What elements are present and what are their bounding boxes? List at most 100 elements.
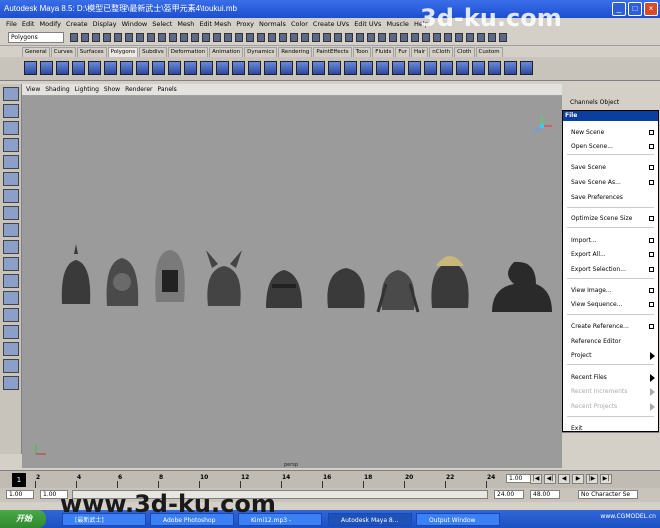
file-menu-item-save-scene-as[interactable]: Save Scene As... — [571, 179, 621, 186]
toolbar-icon[interactable] — [433, 33, 441, 42]
menu-item-modify[interactable]: Modify — [39, 18, 61, 30]
toolbar-icon[interactable] — [158, 33, 166, 42]
toolbar-icon[interactable] — [202, 33, 210, 42]
taskbar-button[interactable]: Output Window — [416, 513, 500, 526]
option-box-icon[interactable] — [649, 288, 654, 293]
file-menu-item-view-image[interactable]: View Image... — [571, 287, 612, 294]
shelf-tab-painteffects[interactable]: PaintEffects — [313, 47, 352, 57]
toolbar-icon[interactable] — [268, 33, 276, 42]
tool-icon[interactable] — [3, 274, 19, 288]
menu-item-normals[interactable]: Normals — [259, 18, 286, 30]
menu-item-edit[interactable]: Edit — [22, 18, 35, 30]
tool-icon[interactable] — [3, 189, 19, 203]
shelf-tool-icon[interactable] — [152, 61, 165, 75]
tool-icon[interactable] — [3, 325, 19, 339]
shelf-tab-fur[interactable]: Fur — [395, 47, 410, 57]
option-box-icon[interactable] — [649, 144, 654, 149]
toolbar-icon[interactable] — [499, 33, 507, 42]
menu-item-create-uvs[interactable]: Create UVs — [313, 18, 349, 30]
toolbar-icon[interactable] — [147, 33, 155, 42]
shelf-tab-curves[interactable]: Curves — [50, 47, 76, 57]
shelf-tool-icon[interactable] — [184, 61, 197, 75]
shelf-tool-icon[interactable] — [120, 61, 133, 75]
shelf-tab-ncloth[interactable]: nCloth — [429, 47, 454, 57]
shelf-tool-icon[interactable] — [24, 61, 37, 75]
tool-icon[interactable] — [3, 376, 19, 390]
option-box-icon[interactable] — [649, 130, 654, 135]
shelf-tool-icon[interactable] — [440, 61, 453, 75]
toolbar-icon[interactable] — [125, 33, 133, 42]
shelf-tool-icon[interactable] — [280, 61, 293, 75]
shelf-tool-icon[interactable] — [520, 61, 533, 75]
menu-item-display[interactable]: Display — [93, 18, 117, 30]
toolbar-icon[interactable] — [70, 33, 78, 42]
shelf-tool-icon[interactable] — [232, 61, 245, 75]
shelf-tool-icon[interactable] — [168, 61, 181, 75]
tool-icon[interactable] — [3, 121, 19, 135]
toolbar-icon[interactable] — [477, 33, 485, 42]
current-frame-marker[interactable]: 1 — [12, 473, 26, 487]
file-menu-item-import[interactable]: Import... — [571, 237, 597, 244]
menu-item-file[interactable]: File — [6, 18, 17, 30]
shelf-tool-icon[interactable] — [200, 61, 213, 75]
shelf-tool-icon[interactable] — [424, 61, 437, 75]
option-box-icon[interactable] — [649, 216, 654, 221]
toolbar-icon[interactable] — [444, 33, 452, 42]
menu-item-edit-mesh[interactable]: Edit Mesh — [199, 18, 231, 30]
shelf-tool-icon[interactable] — [72, 61, 85, 75]
shelf-tab-toon[interactable]: Toon — [352, 47, 372, 57]
file-menu-item-exit[interactable]: Exit — [571, 425, 582, 432]
toolbar-icon[interactable] — [169, 33, 177, 42]
shelf-tab-custom[interactable]: Custom — [475, 47, 503, 57]
viewport-menu-lighting[interactable]: Lighting — [75, 84, 99, 95]
option-box-icon[interactable] — [649, 165, 654, 170]
file-menu-item-save-preferences[interactable]: Save Preferences — [571, 194, 623, 201]
tool-icon[interactable] — [3, 87, 19, 101]
toolbar-icon[interactable] — [488, 33, 496, 42]
viewport-menu-show[interactable]: Show — [104, 84, 120, 95]
shelf-tab-fluids[interactable]: Fluids — [372, 47, 395, 57]
option-box-icon[interactable] — [649, 180, 654, 185]
go-to-end-button[interactable]: ▶| — [600, 474, 612, 484]
shelf-tool-icon[interactable] — [392, 61, 405, 75]
toolbar-icon[interactable] — [466, 33, 474, 42]
toolbar-icon[interactable] — [235, 33, 243, 42]
toolbar-icon[interactable] — [378, 33, 386, 42]
file-menu-item-open-scene[interactable]: Open Scene... — [571, 143, 613, 150]
shelf-tool-icon[interactable] — [408, 61, 421, 75]
step-back-button[interactable]: ◀| — [544, 474, 556, 484]
shelf-tool-icon[interactable] — [264, 61, 277, 75]
tool-icon[interactable] — [3, 240, 19, 254]
toolbar-icon[interactable] — [224, 33, 232, 42]
shelf-tool-icon[interactable] — [472, 61, 485, 75]
menu-item-edit-uvs[interactable]: Edit UVs — [354, 18, 381, 30]
close-button[interactable]: × — [644, 2, 658, 16]
menu-item-select[interactable]: Select — [152, 18, 172, 30]
go-to-start-button[interactable]: |◀ — [530, 474, 542, 484]
range-end-field[interactable]: 24.00 — [494, 490, 524, 499]
toolbar-icon[interactable] — [81, 33, 89, 42]
tool-icon[interactable] — [3, 206, 19, 220]
toolbar-icon[interactable] — [367, 33, 375, 42]
toolbar-icon[interactable] — [213, 33, 221, 42]
option-box-icon[interactable] — [649, 238, 654, 243]
option-box-icon[interactable] — [649, 302, 654, 307]
shelf-tool-icon[interactable] — [488, 61, 501, 75]
shelf-tool-icon[interactable] — [296, 61, 309, 75]
toolbar-icon[interactable] — [389, 33, 397, 42]
file-menu-item-optimize-scene-size[interactable]: Optimize Scene Size — [571, 215, 632, 222]
shelf-tool-icon[interactable] — [504, 61, 517, 75]
shelf-tab-hair[interactable]: Hair — [410, 47, 429, 57]
viewport-menu-panels[interactable]: Panels — [157, 84, 176, 95]
toolbar-icon[interactable] — [400, 33, 408, 42]
toolbar-icon[interactable] — [246, 33, 254, 42]
tool-icon[interactable] — [3, 359, 19, 373]
toolbar-icon[interactable] — [92, 33, 100, 42]
toolbar-icon[interactable] — [411, 33, 419, 42]
maximize-button[interactable]: □ — [628, 2, 642, 16]
end-time-field[interactable]: 48.00 — [530, 490, 560, 499]
menu-item-window[interactable]: Window — [122, 18, 148, 30]
tool-icon[interactable] — [3, 308, 19, 322]
shelf-tab-surfaces[interactable]: Surfaces — [76, 47, 107, 57]
shelf-tool-icon[interactable] — [360, 61, 373, 75]
